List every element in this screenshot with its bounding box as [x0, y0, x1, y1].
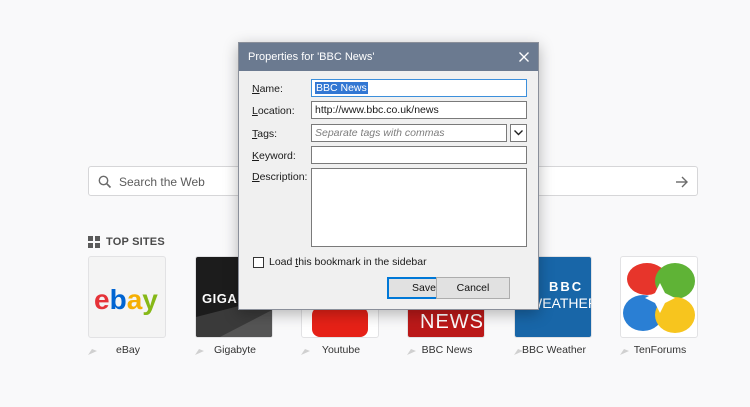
bbc-weather-logo-line1: BBC	[549, 279, 584, 294]
top-site-tile-ebay[interactable]: ebay eBay	[88, 256, 168, 358]
search-icon	[98, 175, 112, 189]
top-site-tile-tenforums[interactable]: TenForums	[620, 256, 700, 358]
top-sites-heading: TOP SITES	[88, 236, 165, 248]
bbc-news-logo-text: NEWS	[420, 311, 484, 333]
arrow-right-icon[interactable]	[675, 175, 689, 189]
tile-label: Gigabyte	[213, 344, 257, 356]
top-sites-title: TOP SITES	[106, 236, 165, 248]
svg-text:ebay: ebay	[94, 284, 158, 315]
youtube-logo	[312, 307, 368, 337]
tile-thumbnail[interactable]: ebay	[88, 256, 166, 338]
cancel-button[interactable]: Cancel	[436, 277, 510, 299]
load-in-sidebar-checkbox[interactable]	[253, 257, 264, 268]
ebay-logo: ebay	[94, 284, 158, 315]
name-field[interactable]: BBC News	[311, 79, 527, 97]
name-field-value: BBC News	[315, 82, 368, 94]
keyword-field[interactable]	[311, 146, 527, 164]
description-label: Description:	[252, 171, 308, 183]
location-field[interactable]: http://www.bbc.co.uk/news	[311, 101, 527, 119]
dialog-title: Properties for 'BBC News'	[248, 51, 375, 63]
load-in-sidebar-label[interactable]: Load this bookmark in the sidebar	[269, 256, 427, 268]
search-placeholder: Search the Web	[119, 175, 205, 189]
bookmark-properties-dialog: Properties for 'BBC News' Name: BBC News…	[238, 42, 539, 310]
tile-label: eBay	[116, 344, 140, 356]
tile-label: BBC News	[421, 344, 473, 356]
tags-dropdown-button[interactable]	[510, 124, 527, 142]
tile-label: BBC Weather	[522, 344, 586, 356]
tags-label: Tags:	[252, 128, 278, 140]
chevron-down-icon	[514, 130, 523, 136]
location-label: Location:	[252, 105, 295, 117]
tags-field[interactable]: Separate tags with commas	[311, 124, 507, 142]
tile-label: TenForums	[633, 344, 687, 356]
tile-thumbnail[interactable]	[620, 256, 698, 338]
grid-icon	[88, 236, 100, 248]
keyword-label: Keyword:	[252, 150, 296, 162]
tenforums-logo	[623, 263, 695, 333]
description-textarea[interactable]	[311, 168, 527, 247]
dialog-titlebar[interactable]: Properties for 'BBC News'	[239, 43, 538, 71]
tile-label: Youtube	[321, 344, 361, 356]
name-label: Name:	[252, 83, 283, 95]
close-icon[interactable]	[516, 49, 532, 65]
